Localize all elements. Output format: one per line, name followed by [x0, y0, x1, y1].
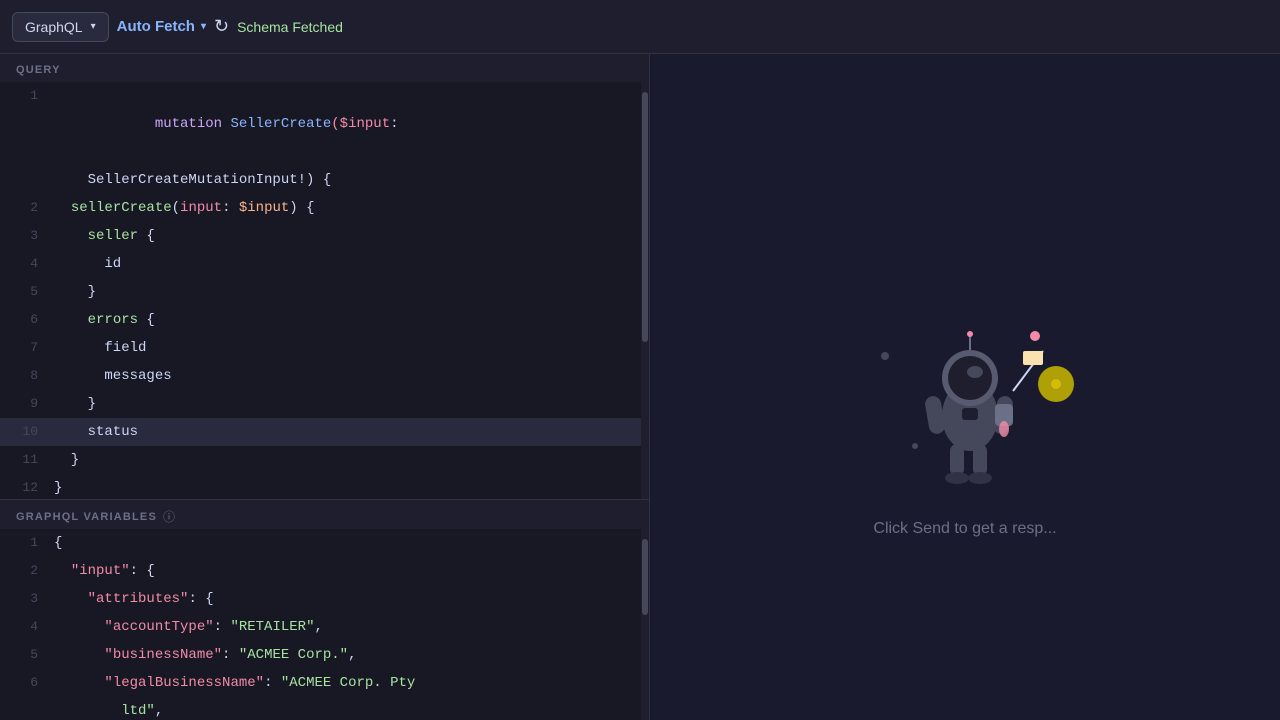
var-line-5: 5 "businessName": "ACMEE Corp.",: [0, 641, 649, 669]
code-line-11: 11 }: [0, 446, 649, 474]
left-panel: QUERY 1 mutation SellerCreate($input: Se…: [0, 54, 650, 720]
code-line-4: 4 id: [0, 250, 649, 278]
code-line-8: 8 messages: [0, 362, 649, 390]
query-section-label: QUERY: [0, 54, 649, 82]
query-editor[interactable]: 1 mutation SellerCreate($input: SellerCr…: [0, 82, 649, 499]
refresh-icon: ↻: [214, 16, 229, 37]
variables-section: GRAPHQL VARIABLES ⓘ 1 { 2 "input": { 3: [0, 500, 649, 720]
variables-editor[interactable]: 1 { 2 "input": { 3 "attributes": { 4 ": [0, 529, 649, 720]
code-line-1: 1 mutation SellerCreate($input:: [0, 82, 649, 166]
code-line-10: 10 status: [0, 418, 649, 446]
astronaut-illustration: [865, 296, 1065, 496]
var-line-6b: ltd",: [0, 697, 649, 720]
graphql-label: GraphQL: [25, 19, 83, 35]
variables-header: GRAPHQL VARIABLES ⓘ: [0, 500, 649, 529]
code-line-12: 12 }: [0, 474, 649, 499]
query-scrollbar-thumb: [642, 92, 648, 342]
variables-code-block: 1 { 2 "input": { 3 "attributes": { 4 ": [0, 529, 649, 720]
auto-fetch-chevron-icon: ▾: [201, 21, 206, 32]
refresh-button[interactable]: ↻: [214, 16, 229, 37]
info-icon[interactable]: ⓘ: [163, 508, 175, 525]
code-line-1b: SellerCreateMutationInput!) {: [0, 166, 649, 194]
right-panel: Click Send to get a resp...: [650, 54, 1280, 720]
var-line-1: 1 {: [0, 529, 649, 557]
code-line-9: 9 }: [0, 390, 649, 418]
illustration-area: Click Send to get a resp...: [865, 296, 1065, 538]
dropdown-chevron-icon: ▾: [91, 21, 96, 32]
variables-scrollbar[interactable]: [641, 529, 649, 720]
query-scrollbar[interactable]: [641, 82, 649, 499]
code-line-5: 5 }: [0, 278, 649, 306]
variables-label: GRAPHQL VARIABLES: [16, 511, 157, 523]
main-content: QUERY 1 mutation SellerCreate($input: Se…: [0, 54, 1280, 720]
auto-fetch-label: Auto Fetch: [117, 18, 195, 35]
var-line-4: 4 "accountType": "RETAILER",: [0, 613, 649, 641]
var-line-2: 2 "input": {: [0, 557, 649, 585]
auto-fetch-button[interactable]: Auto Fetch ▾: [117, 18, 206, 35]
graphql-dropdown[interactable]: GraphQL ▾: [12, 12, 109, 42]
click-send-text: Click Send to get a resp...: [873, 520, 1056, 538]
code-line-7: 7 field: [0, 334, 649, 362]
toolbar: GraphQL ▾ Auto Fetch ▾ ↻ Schema Fetched: [0, 0, 1280, 54]
code-line-6: 6 errors {: [0, 306, 649, 334]
var-line-3: 3 "attributes": {: [0, 585, 649, 613]
schema-fetched-badge: Schema Fetched: [237, 19, 343, 35]
query-code-block: 1 mutation SellerCreate($input: SellerCr…: [0, 82, 649, 499]
var-line-6: 6 "legalBusinessName": "ACMEE Corp. Pty: [0, 669, 649, 697]
code-line-2: 2 sellerCreate(input: $input) {: [0, 194, 649, 222]
variables-scrollbar-thumb: [642, 539, 648, 615]
code-line-3: 3 seller {: [0, 222, 649, 250]
